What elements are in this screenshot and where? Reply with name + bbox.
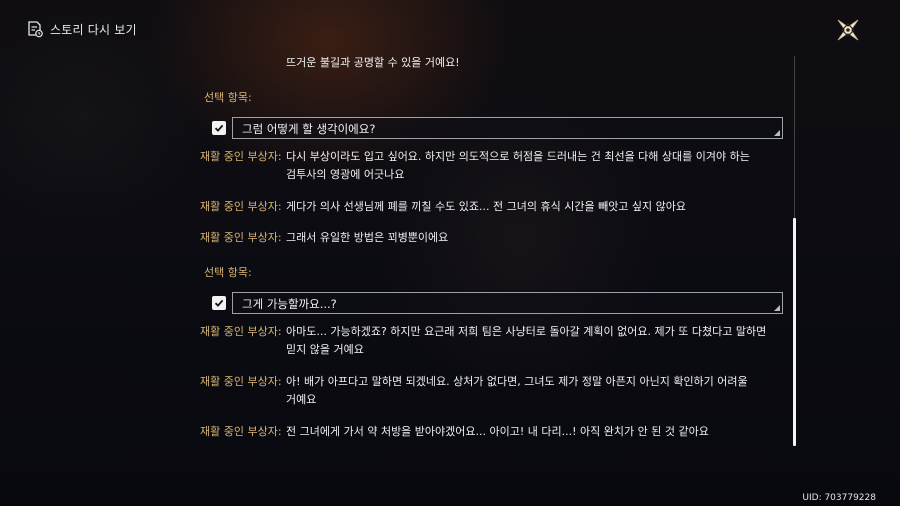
uid-label: UID: 703779228 [802, 493, 876, 503]
dialogue-text: 믿지 않을 거예요 [286, 343, 364, 356]
dialogue-text: 그래서 유일한 방법은 꾀병뿐이에요 [286, 231, 449, 244]
dialogue-line: 재활 중인 부상자: 아마도... 가능하겠죠? 하지만 요근래 저희 팀은 사냥… [200, 323, 766, 341]
dialogue-line: 재활 중인 부상자: 다시 부상이라도 입고 싶어요. 하지만 의도적으로 허점을… [200, 148, 750, 166]
dialogue-text: 게다가 의사 선생님께 폐를 끼칠 수도 있죠... 전 그녀의 휴식 시간을 … [286, 200, 687, 213]
close-button[interactable] [834, 16, 862, 44]
choice-box: 그게 가능할까요...? [232, 292, 783, 314]
dialogue-text: 거예요 [286, 393, 317, 406]
dialogue-text: 아! 배가 아프다고 말하면 되겠네요. 상처가 없다면, 그녀도 제가 정말 … [286, 375, 748, 388]
choice-item: 그럼 어떻게 할 생각이에요? [212, 117, 783, 139]
speaker-name: 재활 중인 부상자: [200, 375, 282, 388]
speaker-name: 재활 중인 부상자: [200, 231, 282, 244]
corner-marker-icon [774, 305, 780, 311]
choice-text: 그게 가능할까요...? [242, 297, 337, 311]
dialogue-line: 재활 중인 부상자: 전 그녀에게 가서 약 처방을 받아야겠어요... 아이고!… [200, 423, 709, 441]
dialogue-text: 아마도... 가능하겠죠? 하지만 요근래 저희 팀은 사냥터로 돌아갈 계획이… [286, 325, 767, 338]
speaker-name: 재활 중인 부상자: [200, 200, 282, 213]
page-header: 스토리 다시 보기 [26, 20, 137, 38]
close-x-icon [834, 19, 862, 48]
dialogue-line: 재활 중인 부상자: 게다가 의사 선생님께 폐를 끼칠 수도 있죠... 전 그… [200, 198, 686, 216]
choice-item: 그게 가능할까요...? [212, 292, 783, 314]
dialogue-line: 뜨거운 불길과 공명할 수 있을 거예요! [286, 56, 460, 69]
dialogue-text: 검투사의 영광에 어긋나요 [286, 168, 405, 181]
story-log-panel[interactable]: 뜨거운 불길과 공명할 수 있을 거예요! 선택 항목: 그럼 어떻게 할 생각… [200, 54, 795, 454]
checkbox-checked-icon [212, 121, 226, 135]
speaker-name: 재활 중인 부상자: [200, 150, 282, 163]
dialogue-text: 다시 부상이라도 입고 싶어요. 하지만 의도적으로 허점을 드러내는 건 최선… [286, 150, 750, 163]
page-title: 스토리 다시 보기 [50, 22, 137, 37]
choice-label: 선택 항목: [204, 91, 252, 104]
choice-box: 그럼 어떻게 할 생각이에요? [232, 117, 783, 139]
dialogue-text: 전 그녀에게 가서 약 처방을 받아야겠어요... 아이고! 내 다리...! … [286, 425, 709, 438]
story-replay-icon [26, 20, 44, 38]
speaker-name: 재활 중인 부상자: [200, 325, 282, 338]
speaker-name: 재활 중인 부상자: [200, 425, 282, 438]
scrollbar-thumb[interactable] [793, 218, 796, 446]
choice-text: 그럼 어떻게 할 생각이에요? [242, 122, 376, 136]
choice-label: 선택 항목: [204, 266, 252, 279]
corner-marker-icon [774, 130, 780, 136]
dialogue-line: 재활 중인 부상자: 그래서 유일한 방법은 꾀병뿐이에요 [200, 229, 448, 247]
dialogue-line: 재활 중인 부상자: 아! 배가 아프다고 말하면 되겠네요. 상처가 없다면, … [200, 373, 748, 391]
checkbox-checked-icon [212, 296, 226, 310]
